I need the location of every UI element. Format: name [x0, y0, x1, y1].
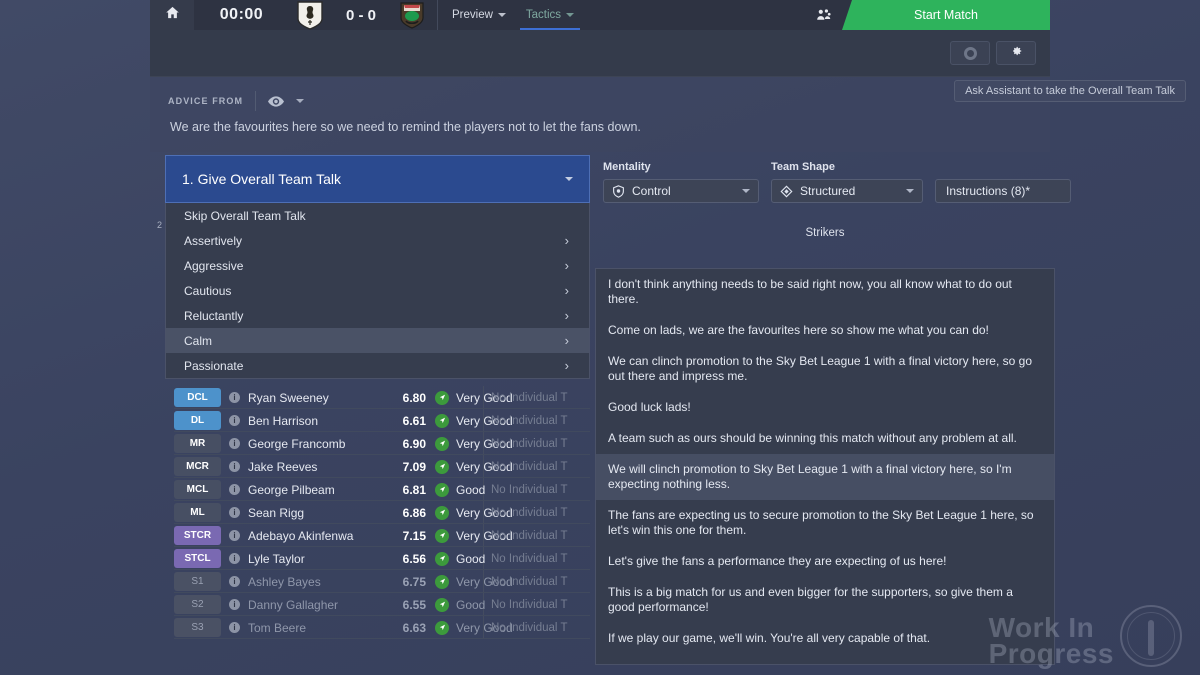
away-team-badge [391, 1, 433, 30]
people-icon[interactable] [806, 8, 842, 22]
mentality-value: Control [632, 184, 671, 198]
mentality-select[interactable]: Control [603, 179, 759, 203]
start-match-button[interactable]: Start Match [842, 0, 1050, 30]
step-marker: 2 [157, 220, 162, 230]
chevron-right-icon: › [565, 333, 569, 348]
tab-tactics-label: Tactics [526, 9, 561, 21]
sports-interactive-logo [1120, 605, 1182, 667]
chevron-down-icon [565, 177, 573, 181]
talk-option-4[interactable]: A team such as ours should be winning th… [596, 423, 1054, 454]
advice-strip: ADVICE FROM [150, 77, 1050, 152]
home-button[interactable] [150, 0, 194, 30]
team-talk-header-label: 1. Give Overall Team Talk [182, 171, 565, 187]
home-team-badge [289, 1, 331, 30]
team-talk-panel: 1. Give Overall Team Talk Skip Overall T… [165, 155, 590, 655]
mentality-group: Mentality Control [603, 161, 759, 203]
talk-option-8[interactable]: This is a big match for us and even bigg… [596, 577, 1054, 623]
team-talk-option-6[interactable]: Passionate› [166, 353, 589, 378]
team-talk-option-3[interactable]: Cautious› [166, 278, 589, 303]
chevron-right-icon: › [565, 308, 569, 323]
tactics-panel: Mentality Control Team Shape [595, 155, 1055, 665]
team-talk-option-2[interactable]: Aggressive› [166, 253, 589, 278]
match-clock: 00:00 [194, 6, 289, 24]
team-talk-option-label: Aggressive [184, 259, 565, 273]
tab-tactics[interactable]: Tactics [524, 0, 576, 30]
chevron-right-icon: › [565, 283, 569, 298]
tab-preview[interactable]: Preview [450, 0, 508, 30]
chevron-down-icon [566, 13, 574, 17]
chevron-right-icon: › [565, 258, 569, 273]
talk-option-1[interactable]: Come on lads, we are the favourites here… [596, 315, 1054, 346]
mentality-label: Mentality [603, 161, 759, 173]
gear-icon [1009, 44, 1023, 63]
topbar-divider [437, 0, 438, 30]
ask-assistant-button[interactable]: Ask Assistant to take the Overall Team T… [954, 80, 1186, 102]
chevron-down-icon[interactable] [296, 99, 304, 103]
instructions-group: Instructions (8)* [935, 161, 1071, 203]
record-icon [964, 47, 977, 60]
record-button[interactable] [950, 41, 990, 65]
settings-button[interactable] [996, 41, 1036, 65]
match-score: 0 - 0 [331, 7, 391, 24]
team-talk-option-label: Skip Overall Team Talk [184, 209, 571, 223]
chevron-right-icon: › [565, 233, 569, 248]
team-talk-option-label: Cautious [184, 284, 565, 298]
strikers-label: Strikers [595, 227, 1055, 239]
team-talk-option-label: Reluctantly [184, 309, 565, 323]
advice-divider [255, 91, 256, 111]
talk-option-0[interactable]: I don't think anything needs to be said … [596, 269, 1054, 315]
team-shape-value: Structured [800, 184, 855, 198]
team-talk-dropdown: Skip Overall Team TalkAssertively›Aggres… [165, 203, 590, 379]
chevron-down-icon [498, 13, 506, 17]
team-talk-option-0[interactable]: Skip Overall Team Talk [166, 203, 589, 228]
instructions-button[interactable]: Instructions (8)* [935, 179, 1071, 203]
talk-option-7[interactable]: Let's give the fans a performance they a… [596, 546, 1054, 577]
home-icon [165, 5, 180, 25]
shield-icon [612, 185, 625, 198]
team-talk-options-list: I don't think anything needs to be said … [595, 268, 1055, 665]
team-talk-option-1[interactable]: Assertively› [166, 228, 589, 253]
app-root: 00:00 0 - 0 Preview [0, 0, 1200, 675]
chevron-down-icon [906, 189, 914, 193]
team-talk-option-label: Assertively [184, 234, 565, 248]
team-shape-label: Team Shape [771, 161, 923, 173]
talk-option-3[interactable]: Good luck lads! [596, 392, 1054, 423]
match-topbar: 00:00 0 - 0 Preview [150, 0, 1050, 30]
advice-from-group: ADVICE FROM [168, 91, 304, 111]
eye-icon[interactable] [268, 93, 284, 109]
chevron-down-icon [742, 189, 750, 193]
talk-option-2[interactable]: We can clinch promotion to the Sky Bet L… [596, 346, 1054, 392]
team-talk-option-5[interactable]: Calm› [166, 328, 589, 353]
match-subbar [150, 30, 1050, 77]
tab-preview-label: Preview [452, 9, 493, 21]
team-talk-option-label: Passionate [184, 359, 565, 373]
advice-text: We are the favourites here so we need to… [170, 120, 641, 134]
talk-option-6[interactable]: The fans are expecting us to secure prom… [596, 500, 1054, 546]
team-talk-header[interactable]: 1. Give Overall Team Talk [165, 155, 590, 203]
team-shape-group: Team Shape Structured [771, 161, 923, 203]
talk-option-5[interactable]: We will clinch promotion to Sky Bet Leag… [596, 454, 1054, 500]
talk-option-9[interactable]: If we play our game, we'll win. You're a… [596, 623, 1054, 654]
team-shape-select[interactable]: Structured [771, 179, 923, 203]
talk-option-10[interactable]: The media have been praising you lately,… [596, 654, 1054, 665]
diamond-icon [780, 185, 793, 198]
advice-from-label: ADVICE FROM [168, 96, 243, 106]
chevron-right-icon: › [565, 358, 569, 373]
team-talk-option-label: Calm [184, 334, 565, 348]
team-talk-option-4[interactable]: Reluctantly› [166, 303, 589, 328]
topbar-tabs: Preview Tactics [442, 0, 576, 30]
tactics-controls: Mentality Control Team Shape [595, 155, 1055, 203]
